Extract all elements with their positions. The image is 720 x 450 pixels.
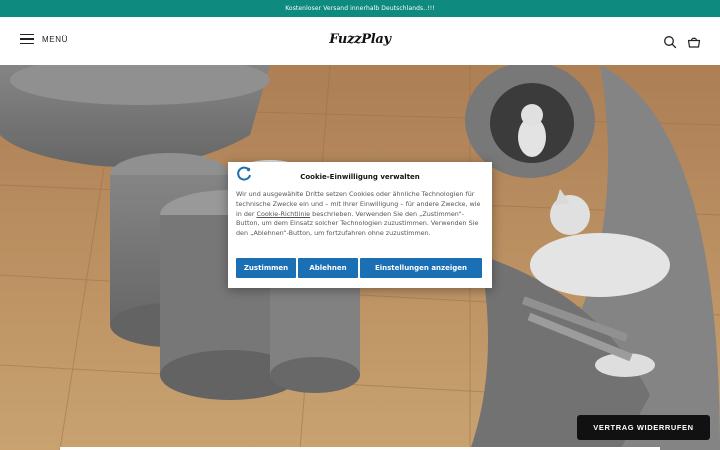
search-icon[interactable] [663,34,677,49]
announcement-bar: Kostenloser Versand innerhalb Deutschlan… [0,0,720,17]
site-logo[interactable]: FuzzPlay [320,32,400,47]
announcement-text: Kostenloser Versand innerhalb Deutschlan… [285,5,435,12]
withdraw-contract-button[interactable]: VERTRAG WIDERRUFEN [577,415,710,440]
cookie-policy-link[interactable]: Cookie-Richtlinie [257,210,311,218]
accept-button[interactable]: Zustimmen [236,258,296,278]
reject-button[interactable]: Ablehnen [298,258,358,278]
menu-icon [20,34,34,44]
cookie-dialog-text: Wir und ausgewählte Dritte setzen Cookie… [236,190,485,239]
cookie-dialog-title: Cookie-Einwilligung verwalten [300,173,420,181]
cart-icon[interactable] [687,34,701,48]
menu-button[interactable]: MENÜ [20,34,68,44]
menu-label: MENÜ [42,34,68,44]
settings-button[interactable]: Einstellungen anzeigen [360,258,482,278]
site-header: MENÜ FuzzPlay [0,17,720,65]
